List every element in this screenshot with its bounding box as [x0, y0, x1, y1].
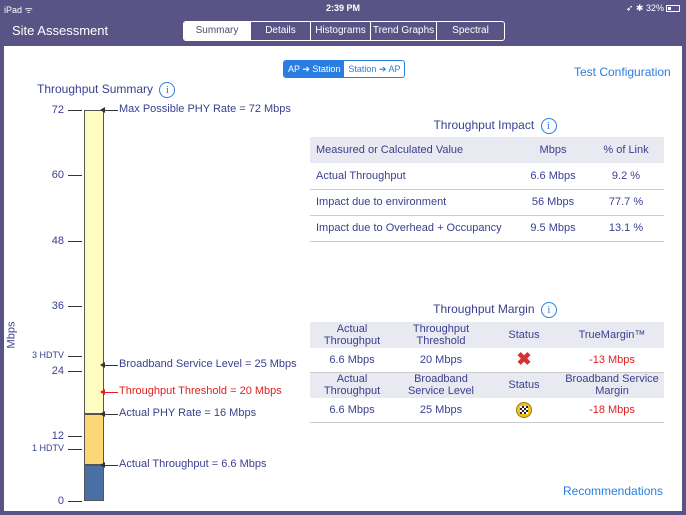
broadband-margin-value: -18 Mbps [560, 398, 664, 423]
red-x-icon: ✖ [516, 349, 532, 370]
tick-line [68, 501, 82, 502]
clock: 2:39 PM [325, 3, 360, 13]
y-tick-12: 12 [51, 430, 64, 442]
battery-icon [666, 5, 680, 12]
table-cell: 9.2 % [588, 163, 664, 190]
ref-tick-3-hdtv: 3 HDTV [31, 350, 64, 360]
y-tick-72: 72 [51, 104, 64, 116]
throughput-summary-title: Throughput Summary i [37, 82, 176, 98]
y-tick-48: 48 [51, 235, 64, 247]
info-icon[interactable]: i [540, 118, 557, 134]
bar-segment-max-phy-rate [84, 110, 104, 415]
view-tabs: Summary Details Histograms Trend Graphs … [183, 21, 505, 41]
y-tick-60: 60 [51, 169, 64, 181]
header-cell: Measured or Calculated Value [310, 137, 518, 163]
table-row: Actual Throughput 6.6 Mbps 9.2 % [310, 163, 664, 190]
header-cell: Broadband Service Level [394, 372, 488, 398]
tick-line [68, 436, 82, 437]
status-cell: ✖ [488, 348, 560, 373]
ref-tick-line [68, 449, 82, 450]
table-cell: Actual Throughput [310, 163, 518, 190]
table-cell: 77.7 % [588, 189, 664, 216]
header-cell: Actual Throughput [310, 372, 394, 398]
tick-line [68, 371, 82, 372]
y-tick-0: 0 [57, 495, 64, 507]
tab-histograms[interactable]: Histograms [310, 22, 370, 40]
table-cell: 20 Mbps [394, 348, 488, 373]
tab-spectral[interactable]: Spectral [436, 22, 504, 40]
y-tick-24: 24 [51, 365, 64, 377]
table-cell: 6.6 Mbps [310, 348, 394, 373]
table-header-row: Measured or Calculated Value Mbps % of L… [310, 137, 664, 163]
marker-label-phy-rate: Actual PHY Rate = 16 Mbps [119, 407, 257, 420]
table-cell: Impact due to Overhead + Occupancy [310, 215, 518, 242]
marker-arrow-actual-throughput [100, 462, 118, 469]
table-row: 6.6 Mbps 25 Mbps -18 Mbps [310, 398, 664, 423]
bar-segment-actual-phy-rate [84, 414, 104, 466]
marker-label-actual-throughput: Actual Throughput = 6.6 Mbps [119, 458, 267, 471]
table-cell: 13.1 % [588, 215, 664, 242]
status-right: ➶ ✱ 32% [626, 3, 680, 14]
tick-line [68, 306, 82, 307]
table-header-row: Actual Throughput Broadband Service Leve… [310, 372, 664, 398]
bar-segment-actual-throughput [84, 465, 104, 501]
header-cell: Actual Throughput [310, 322, 394, 348]
header-cell: Status [488, 372, 560, 398]
tick-line [68, 241, 82, 242]
tab-trend-graphs[interactable]: Trend Graphs [370, 22, 436, 40]
marker-arrow-max-phy [100, 107, 118, 113]
status-bar: iPad ᯤ 2:39 PM ➶ ✱ 32% [0, 0, 686, 16]
nav-bar: Site Assessment Summary Details Histogra… [0, 16, 686, 46]
marker-arrow-broadband [100, 362, 118, 369]
test-configuration-link[interactable]: Test Configuration [574, 65, 671, 79]
table-cell: 56 Mbps [518, 189, 588, 216]
tick-line [68, 110, 82, 111]
table-row: Impact due to environment 56 Mbps 77.7 % [310, 189, 664, 216]
tab-summary[interactable]: Summary [184, 22, 250, 40]
marker-label-max-phy: Max Possible PHY Rate = 72 Mbps [119, 103, 291, 115]
table-cell: 9.5 Mbps [518, 215, 588, 242]
ref-tick-line [68, 356, 82, 357]
direction-ap-to-station[interactable]: AP ➔ Station [284, 61, 345, 77]
page-title: Site Assessment [12, 23, 109, 38]
direction-toggle: AP ➔ Station Station ➔ AP [283, 60, 406, 78]
checkered-flag-icon [516, 401, 532, 418]
throughput-margin-table: Actual Throughput Throughput Threshold S… [310, 322, 664, 423]
y-tick-36: 36 [51, 300, 64, 312]
tick-line [68, 175, 82, 176]
header-cell: TrueMargin™ [560, 322, 664, 348]
header-cell: Throughput Threshold [394, 322, 488, 348]
recommendations-link[interactable]: Recommendations [563, 484, 663, 498]
marker-label-threshold: Throughput Threshold = 20 Mbps [119, 385, 282, 398]
y-axis-label: Mbps [5, 321, 18, 349]
throughput-impact-table: Measured or Calculated Value Mbps % of L… [310, 137, 664, 242]
table-header-row: Actual Throughput Throughput Threshold S… [310, 322, 664, 348]
header-cell: Status [488, 322, 560, 348]
marker-arrow-threshold [100, 389, 118, 396]
table-cell: 6.6 Mbps [518, 163, 588, 190]
direction-station-to-ap[interactable]: Station ➔ AP [344, 61, 404, 77]
table-row: 6.6 Mbps 20 Mbps ✖ -13 Mbps [310, 348, 664, 373]
header-cell: % of Link [588, 137, 664, 163]
info-icon[interactable]: i [159, 82, 176, 98]
main-content: AP ➔ Station Station ➔ AP Test Configura… [4, 46, 682, 511]
marker-arrow-phy-rate [100, 411, 118, 418]
info-icon[interactable]: i [540, 302, 557, 318]
throughput-impact-title: Throughput Impact i [310, 118, 680, 134]
tab-details[interactable]: Details [250, 22, 310, 40]
header-cell: Mbps [518, 137, 588, 163]
throughput-margin-title: Throughput Margin i [310, 302, 680, 318]
marker-label-broadband: Broadband Service Level = 25 Mbps [119, 358, 297, 371]
table-row: Impact due to Overhead + Occupancy 9.5 M… [310, 215, 664, 242]
header-cell: Broadband Service Margin [560, 372, 664, 398]
ref-tick-1-hdtv: 1 HDTV [31, 443, 64, 453]
table-cell: 25 Mbps [394, 398, 488, 423]
status-cell [488, 398, 560, 423]
table-cell: Impact due to environment [310, 189, 518, 216]
true-margin-value: -13 Mbps [560, 348, 664, 373]
table-cell: 6.6 Mbps [310, 398, 394, 423]
